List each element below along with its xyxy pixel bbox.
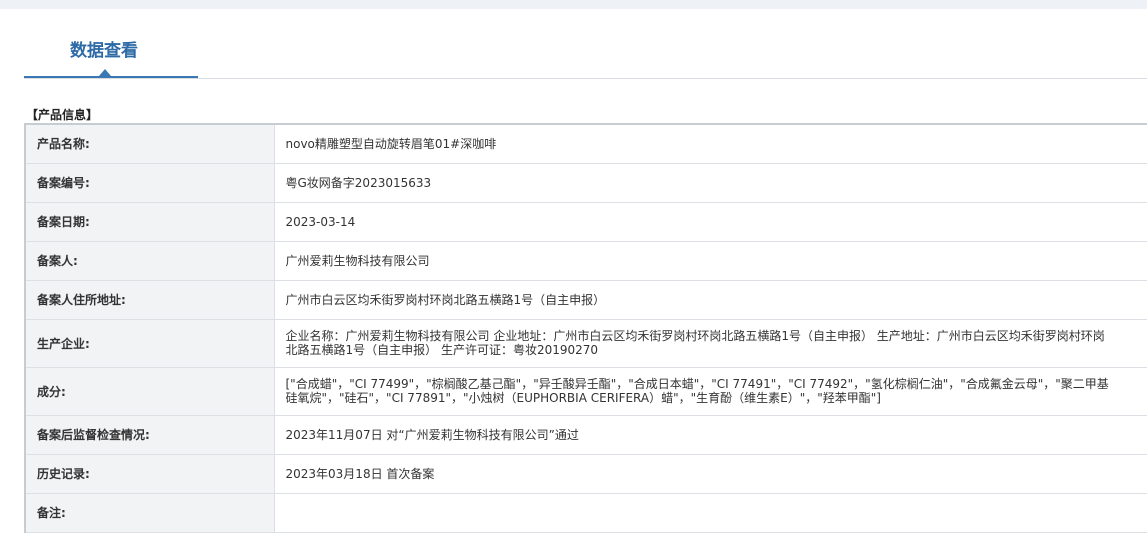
row-value: 企业名称：广州爱莉生物科技有限公司 企业地址：广州市白云区均禾街罗岗村环岗北路五… (273, 318, 1147, 368)
tab-data-view-label: 数据查看 (70, 41, 138, 61)
row-value (273, 492, 1147, 533)
row-label: 备案后监督检查情况: (24, 414, 275, 455)
row-label: 备案人住所地址: (24, 279, 275, 320)
table-row: 备案日期: 2023-03-14 (24, 201, 1147, 242)
table-row: 备案人住所地址: 广州市白云区均禾街罗岗村环岗北路五横路1号（自主申报） (24, 279, 1147, 320)
row-label: 备案日期: (24, 201, 275, 242)
table-row: 历史记录: 2023年03月18日 首次备案 (24, 453, 1147, 494)
row-value: novo精雕塑型自动旋转眉笔01#深咖啡 (273, 123, 1147, 164)
table-row: 产品名称: novo精雕塑型自动旋转眉笔01#深咖啡 (24, 123, 1147, 164)
tab-active-caret-icon (99, 69, 111, 76)
row-value: 广州爱莉生物科技有限公司 (273, 240, 1147, 281)
tab-bar: 数据查看 (24, 9, 1147, 79)
table-row: 备案编号: 粤G妆网备字2023015633 (24, 162, 1147, 203)
top-bar (0, 0, 1147, 9)
row-label: 生产企业: (24, 318, 275, 368)
table-row: 备案后监督检查情况: 2023年11月07日 对“广州爱莉生物科技有限公司”通过 (24, 414, 1147, 455)
table-row: 生产企业: 企业名称：广州爱莉生物科技有限公司 企业地址：广州市白云区均禾街罗岗… (24, 318, 1147, 368)
row-value: ["合成蜡"，"CI 77499"，"棕榈酸乙基己酯"，"异壬酸异壬酯"，"合成… (273, 366, 1147, 416)
row-value: 2023年03月18日 首次备案 (273, 453, 1147, 494)
table-row: 成分: ["合成蜡"，"CI 77499"，"棕榈酸乙基己酯"，"异壬酸异壬酯"… (24, 366, 1147, 416)
row-value: 粤G妆网备字2023015633 (273, 162, 1147, 203)
table-row: 备注: (24, 492, 1147, 533)
table-row: 备案人: 广州爱莉生物科技有限公司 (24, 240, 1147, 281)
row-value: 2023年11月07日 对“广州爱莉生物科技有限公司”通过 (273, 414, 1147, 455)
row-label: 成分: (24, 366, 275, 416)
tab-data-view[interactable]: 数据查看 (24, 9, 198, 78)
row-label: 备案人: (24, 240, 275, 281)
row-label: 产品名称: (24, 123, 275, 164)
row-label: 历史记录: (24, 453, 275, 494)
product-info-table: 产品名称: novo精雕塑型自动旋转眉笔01#深咖啡 备案编号: 粤G妆网备字2… (24, 123, 1147, 533)
section-title: 【产品信息】 (26, 108, 99, 122)
row-label: 备案编号: (24, 162, 275, 203)
row-value: 广州市白云区均禾街罗岗村环岗北路五横路1号（自主申报） (273, 279, 1147, 320)
row-label: 备注: (24, 492, 275, 533)
row-value: 2023-03-14 (273, 201, 1147, 242)
